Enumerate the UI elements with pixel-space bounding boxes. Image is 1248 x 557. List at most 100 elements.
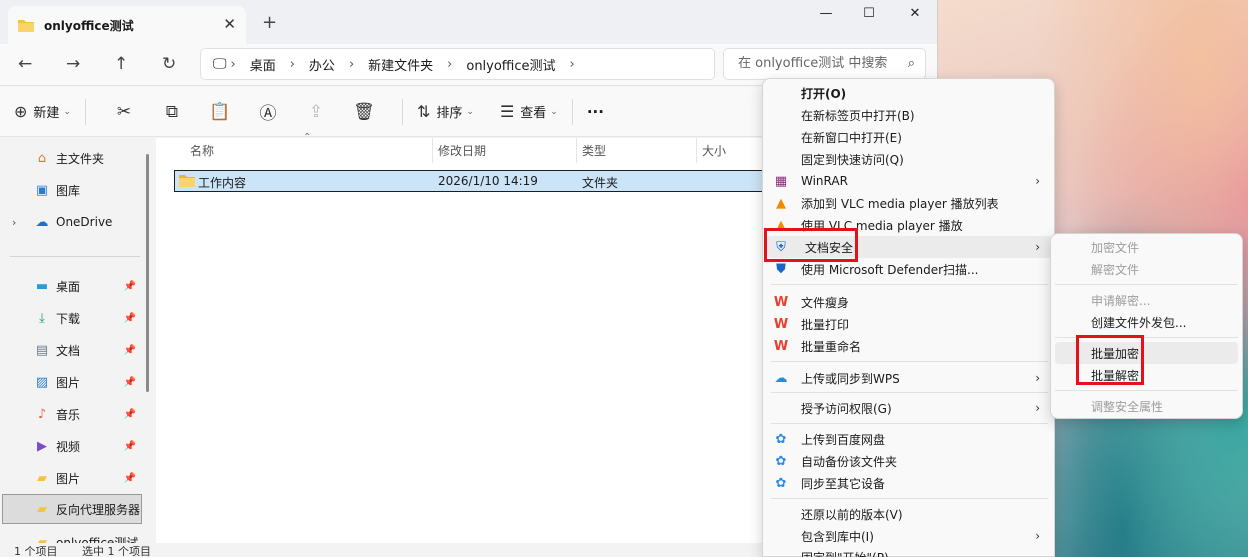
submenu-item-batch-encrypt[interactable]: 批量加密 bbox=[1055, 342, 1238, 364]
menu-item-label: 使用 VLC media player 播放 bbox=[801, 218, 963, 233]
menu-item-restore-versions[interactable]: 还原以前的版本(V) bbox=[767, 503, 1052, 525]
refresh-icon[interactable]: ↻ bbox=[162, 54, 176, 74]
menu-item-label: 批量重命名 bbox=[801, 339, 862, 354]
submenu-item-request-decrypt[interactable]: 申请解密... bbox=[1055, 289, 1238, 311]
menu-item-wps-sync[interactable]: ☁ 上传或同步到WPS › bbox=[767, 367, 1052, 389]
breadcrumb-item[interactable]: 桌面 bbox=[250, 55, 276, 74]
nav-item-pictures[interactable]: ▨ 图片 📌 bbox=[0, 367, 140, 397]
nav-item-pictures-folder[interactable]: ▰ 图片 📌 bbox=[0, 463, 140, 493]
nav-item-gallery[interactable]: ▣ 图库 bbox=[0, 175, 140, 205]
menu-item-label: 添加到 VLC media player 播放列表 bbox=[801, 196, 999, 211]
breadcrumb-item[interactable]: 办公 bbox=[309, 55, 335, 74]
submenu-item-encrypt-file[interactable]: 加密文件 bbox=[1055, 236, 1238, 258]
submenu-item-create-package[interactable]: 创建文件外发包... bbox=[1055, 311, 1238, 333]
nav-item-onlyoffice[interactable]: ▰ onlyoffice测试 bbox=[0, 527, 140, 544]
delete-icon[interactable]: 🗑 bbox=[340, 102, 388, 122]
menu-item-label: 文件瘦身 bbox=[801, 295, 850, 310]
menu-item-vlc-play[interactable]: ▲ 使用 VLC media player 播放 bbox=[767, 214, 1052, 236]
menu-item-pin-quick-access[interactable]: 固定到快速访问(Q) bbox=[767, 148, 1052, 170]
chevron-right-icon: › bbox=[230, 56, 236, 72]
column-type[interactable]: 类型 bbox=[582, 142, 606, 159]
column-size[interactable]: 大小 bbox=[702, 142, 726, 159]
nav-item-reverse-proxy[interactable]: ▰ 反向代理服务器 bbox=[2, 494, 142, 524]
close-icon[interactable]: ✕ bbox=[895, 6, 935, 26]
menu-item-winrar[interactable]: ▦ WinRAR › bbox=[767, 170, 1052, 192]
menu-item-doc-security[interactable]: ⛨ 文档安全 › bbox=[767, 236, 1052, 258]
cut-icon[interactable]: ✂ bbox=[100, 102, 148, 122]
breadcrumb-item[interactable]: onlyoffice测试 bbox=[466, 55, 555, 74]
address-bar[interactable]: 🖵 › 桌面 › 办公 › 新建文件夹 › onlyoffice测试 › bbox=[200, 48, 715, 80]
chevron-right-icon: › bbox=[1035, 174, 1040, 188]
column-modified[interactable]: 修改日期 bbox=[438, 142, 486, 159]
share-icon[interactable]: ⇪ bbox=[292, 102, 340, 122]
forward-icon[interactable]: → bbox=[66, 54, 80, 74]
nav-item-music[interactable]: ♪ 音乐 📌 bbox=[0, 399, 140, 429]
more-options-button[interactable]: ··· bbox=[587, 97, 604, 127]
menu-item-open-new-window[interactable]: 在新窗口中打开(E) bbox=[767, 126, 1052, 148]
baidu-icon: ✿ bbox=[775, 475, 787, 491]
copy-icon[interactable]: ⧉ bbox=[148, 102, 196, 122]
menu-item-grant-access[interactable]: 授予访问权限(G) › bbox=[767, 397, 1052, 419]
nav-item-downloads[interactable]: ⤓ 下载 📌 bbox=[0, 303, 140, 333]
submenu-item-batch-decrypt[interactable]: 批量解密 bbox=[1055, 364, 1238, 386]
divider bbox=[84, 98, 86, 125]
view-label: 查看 bbox=[520, 106, 547, 121]
minimize-icon[interactable]: — bbox=[806, 6, 846, 26]
menu-item-include-library[interactable]: 包含到库中(I) › bbox=[767, 525, 1052, 547]
column-divider[interactable] bbox=[696, 138, 697, 163]
chevron-right-icon: › bbox=[1035, 401, 1040, 415]
view-button[interactable]: ☰ 查看 ⌄ bbox=[500, 97, 558, 127]
vlc-icon: ▲ bbox=[776, 195, 786, 211]
menu-item-slim-file[interactable]: W 文件瘦身 bbox=[767, 291, 1052, 313]
submenu-item-decrypt-file[interactable]: 解密文件 bbox=[1055, 258, 1238, 280]
menu-item-baidu-upload[interactable]: ✿ 上传到百度网盘 bbox=[767, 428, 1052, 450]
pin-icon: 📌 bbox=[123, 344, 136, 356]
menu-item-batch-print[interactable]: W 批量打印 bbox=[767, 313, 1052, 335]
pin-icon: 📌 bbox=[123, 472, 136, 484]
menu-item-pin-start[interactable]: 固定到"开始"(P) bbox=[767, 546, 1052, 557]
menu-item-vlc-add[interactable]: ▲ 添加到 VLC media player 播放列表 bbox=[767, 192, 1052, 214]
back-icon[interactable]: ← bbox=[18, 54, 32, 74]
title-bar: onlyoffice测试 ✕ + — ☐ ✕ bbox=[0, 0, 937, 44]
shield-icon: ⛨ bbox=[776, 239, 786, 255]
breadcrumb-item[interactable]: 新建文件夹 bbox=[368, 55, 433, 74]
rename-icon[interactable]: Ⓐ bbox=[244, 99, 292, 124]
nav-item-desktop[interactable]: ▬ 桌面 📌 bbox=[0, 271, 140, 301]
new-button[interactable]: ⊕ 新建 ⌄ bbox=[14, 97, 71, 127]
column-divider[interactable] bbox=[432, 138, 433, 163]
nav-item-onedrive[interactable]: › ☁ OneDrive bbox=[0, 207, 140, 237]
search-input[interactable]: 在 onlyoffice测试 中搜索 ⌕ bbox=[723, 48, 926, 80]
nav-item-videos[interactable]: ▶ 视频 📌 bbox=[0, 431, 140, 461]
baidu-icon: ✿ bbox=[775, 453, 787, 469]
menu-item-batch-rename[interactable]: W 批量重命名 bbox=[767, 335, 1052, 357]
folder-icon: ▰ bbox=[37, 534, 47, 544]
nav-item-documents[interactable]: ▤ 文档 📌 bbox=[0, 335, 140, 365]
sort-icon: ⇅ bbox=[416, 102, 431, 121]
pictures-icon: ▨ bbox=[35, 374, 49, 390]
menu-item-defender-scan[interactable]: ⛊ 使用 Microsoft Defender扫描... bbox=[767, 258, 1052, 280]
chevron-right-icon[interactable]: › bbox=[12, 216, 16, 229]
close-tab-icon[interactable]: ✕ bbox=[223, 15, 236, 33]
column-divider[interactable] bbox=[576, 138, 577, 163]
menu-item-baidu-sync[interactable]: ✿ 同步至其它设备 bbox=[767, 472, 1052, 494]
new-tab-icon[interactable]: + bbox=[262, 12, 277, 33]
up-icon[interactable]: ↑ bbox=[114, 54, 128, 74]
nav-item-label: 下载 bbox=[56, 311, 81, 326]
submenu-item-adjust-security[interactable]: 调整安全属性 bbox=[1055, 395, 1238, 417]
menu-separator bbox=[771, 498, 1048, 499]
maximize-icon[interactable]: ☐ bbox=[849, 6, 889, 26]
sort-button[interactable]: ⇅ 排序 ⌄ bbox=[417, 97, 474, 127]
column-name[interactable]: 名称 bbox=[190, 142, 214, 159]
paste-icon[interactable]: 📋 bbox=[196, 102, 244, 122]
menu-item-baidu-backup[interactable]: ✿ 自动备份该文件夹 bbox=[767, 450, 1052, 472]
scrollbar[interactable] bbox=[146, 154, 149, 392]
menu-item-open-new-tab[interactable]: 在新标签页中打开(B) bbox=[767, 104, 1052, 126]
menu-item-label: 授予访问权限(G) bbox=[801, 401, 892, 416]
chevron-right-icon[interactable]: › bbox=[570, 57, 575, 72]
nav-item-home[interactable]: ⌂ 主文件夹 bbox=[0, 143, 140, 173]
menu-item-open[interactable]: 打开(O) bbox=[767, 82, 1052, 104]
table-row[interactable]: 工作内容 2026/1/10 14:19 文件夹 bbox=[174, 170, 774, 192]
gallery-icon: ▣ bbox=[35, 182, 49, 198]
tab-onlyoffice[interactable]: onlyoffice测试 ✕ bbox=[8, 6, 246, 44]
sort-label: 排序 bbox=[436, 106, 463, 121]
